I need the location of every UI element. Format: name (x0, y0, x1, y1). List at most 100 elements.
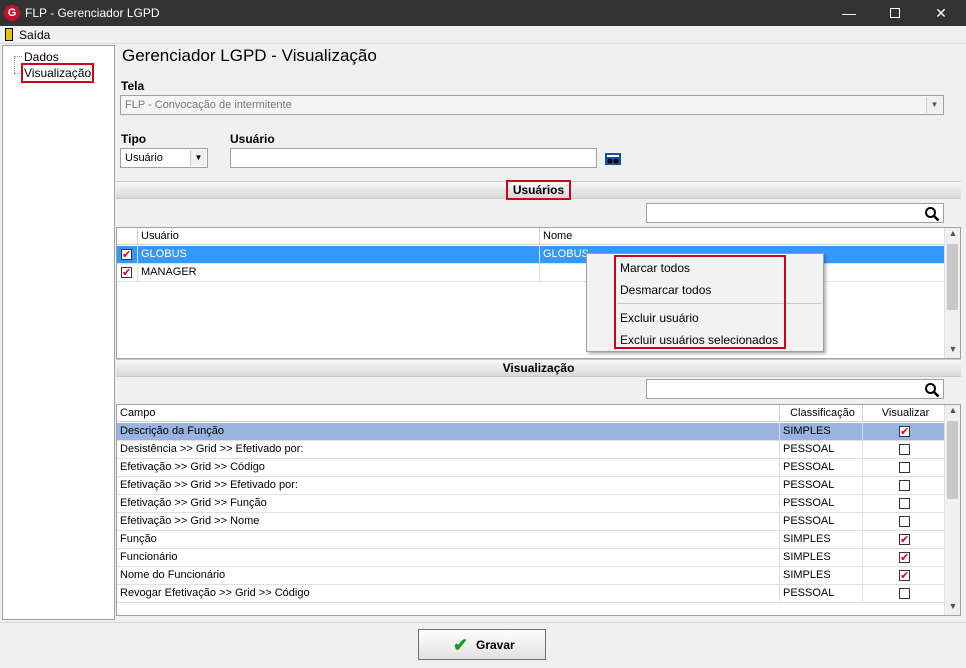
visualizar-checkbox[interactable] (899, 462, 910, 473)
cell-classificacao: PESSOAL (780, 459, 863, 477)
tree-item-dados[interactable]: Dados (24, 50, 59, 64)
column-usuario[interactable]: Usuário (138, 228, 540, 245)
visualizar-checkbox[interactable] (899, 532, 910, 549)
table-row[interactable]: Desistência >> Grid >> Efetivado por: PES… (117, 441, 946, 459)
visualizar-checkbox[interactable] (899, 424, 910, 441)
cell-classificacao: SIMPLES (780, 531, 863, 549)
cell-classificacao: PESSOAL (780, 495, 863, 513)
column-visualizar[interactable]: Visualizar (863, 405, 946, 422)
users-section-header: Usuários (116, 180, 961, 200)
cell-campo: Função (117, 531, 780, 549)
scroll-down-icon[interactable]: ▼ (945, 344, 960, 358)
users-search-input[interactable] (646, 203, 944, 223)
view-search-input[interactable] (646, 379, 944, 399)
tela-label: Tela (121, 79, 145, 93)
scroll-up-icon[interactable]: ▲ (945, 228, 960, 242)
visualizar-checkbox[interactable] (899, 498, 910, 509)
view-grid-header: Campo Classificação Visualizar (117, 405, 946, 422)
cell-campo: Efetivação >> Grid >> Função (117, 495, 780, 513)
search-icon[interactable] (924, 382, 940, 398)
row-checkbox[interactable] (121, 247, 132, 264)
users-scrollbar[interactable]: ▲ ▼ (944, 228, 960, 358)
tela-combo[interactable]: FLP - Convocação de intermitente ▼ (120, 95, 944, 115)
chevron-down-icon[interactable]: ▼ (926, 97, 942, 113)
table-row[interactable]: Efetivação >> Grid >> Nome PESSOAL (117, 513, 946, 531)
tree-item-visualizacao[interactable]: Visualização (20, 63, 95, 83)
users-grid: Usuário Nome GLOBUS GLOBUS MANAGER ▲ ▼ (116, 227, 961, 359)
cell-campo: Descrição da Função (117, 423, 780, 441)
menu-bar: Saída (0, 26, 966, 44)
cell-usuario: GLOBUS (138, 246, 540, 264)
cell-campo: Efetivação >> Grid >> Efetivado por: (117, 477, 780, 495)
table-row[interactable]: Funcionário SIMPLES (117, 549, 946, 567)
view-section-title: Visualização (502, 361, 575, 375)
cell-campo: Efetivação >> Grid >> Nome (117, 513, 780, 531)
visualizar-checkbox[interactable] (899, 568, 910, 585)
page-title: Gerenciador LGPD - Visualização (122, 46, 377, 65)
visualizar-checkbox[interactable] (899, 480, 910, 491)
users-section-title: Usuários (505, 180, 572, 200)
cell-campo: Desistência >> Grid >> Efetivado por: (117, 441, 780, 459)
visualizar-checkbox[interactable] (899, 444, 910, 455)
scroll-up-icon[interactable]: ▲ (945, 405, 960, 419)
column-campo[interactable]: Campo (117, 405, 780, 422)
cell-visualizar (863, 477, 946, 495)
usuario-label: Usuário (230, 132, 275, 146)
save-button[interactable]: ✔ Gravar (418, 629, 546, 660)
cell-campo: Nome do Funcionário (117, 567, 780, 585)
column-nome[interactable]: Nome (540, 228, 946, 245)
column-classificacao[interactable]: Classificação (780, 405, 863, 422)
table-row[interactable]: Efetivação >> Grid >> Código PESSOAL (117, 459, 946, 477)
cell-campo: Funcionário (117, 549, 780, 567)
cell-campo: Efetivação >> Grid >> Código (117, 459, 780, 477)
table-row[interactable]: Efetivação >> Grid >> Função PESSOAL (117, 495, 946, 513)
cell-classificacao: PESSOAL (780, 513, 863, 531)
cell-visualizar (863, 549, 946, 567)
table-row[interactable]: Nome do Funcionário SIMPLES (117, 567, 946, 585)
cell-visualizar (863, 585, 946, 603)
cell-classificacao: SIMPLES (780, 567, 863, 585)
menu-exit[interactable]: Saída (19, 28, 50, 42)
checkmark-icon: ✔ (453, 635, 469, 655)
cell-classificacao: SIMPLES (780, 423, 863, 441)
cell-classificacao: PESSOAL (780, 477, 863, 495)
table-row[interactable]: Função SIMPLES (117, 531, 946, 549)
view-section-header: Visualização (116, 359, 961, 377)
table-row[interactable]: Efetivação >> Grid >> Efetivado por: PESS… (117, 477, 946, 495)
tela-value: FLP - Convocação de intermitente (125, 99, 292, 111)
table-row[interactable]: Revogar Efetivação >> Grid >> Código PESS… (117, 585, 946, 603)
tipo-label: Tipo (121, 132, 147, 146)
close-button[interactable]: ✕ (918, 0, 964, 26)
binoculars-search-icon[interactable] (604, 152, 622, 166)
cell-classificacao: SIMPLES (780, 549, 863, 567)
users-grid-header: Usuário Nome (117, 228, 946, 245)
maximize-button[interactable] (872, 0, 918, 26)
cell-classificacao: PESSOAL (780, 441, 863, 459)
search-icon[interactable] (924, 206, 940, 222)
title-bar: G FLP - Gerenciador LGPD — ✕ (0, 0, 966, 26)
cell-visualizar (863, 513, 946, 531)
visualizar-checkbox[interactable] (899, 550, 910, 567)
tipo-value: Usuário (125, 152, 163, 164)
app-icon: G (4, 5, 20, 21)
usuario-input[interactable] (230, 148, 597, 168)
window-title: FLP - Gerenciador LGPD (25, 6, 160, 20)
cell-classificacao: PESSOAL (780, 585, 863, 603)
scroll-down-icon[interactable]: ▼ (945, 601, 960, 615)
table-row[interactable]: Descrição da Função SIMPLES (117, 423, 946, 441)
maximize-icon (890, 8, 900, 18)
save-button-label: Gravar (476, 638, 515, 652)
chevron-down-icon[interactable]: ▼ (190, 150, 206, 166)
cell-visualizar (863, 459, 946, 477)
cell-visualizar (863, 441, 946, 459)
row-checkbox[interactable] (121, 265, 132, 282)
cell-usuario: MANAGER (138, 264, 540, 282)
visualizar-checkbox[interactable] (899, 516, 910, 527)
view-grid: Campo Classificação Visualizar Descrição… (116, 404, 961, 616)
view-scrollbar[interactable]: ▲ ▼ (944, 405, 960, 615)
minimize-button[interactable]: — (826, 0, 872, 26)
visualizar-checkbox[interactable] (899, 588, 910, 599)
tipo-combo[interactable]: Usuário ▼ (120, 148, 208, 168)
cell-visualizar (863, 531, 946, 549)
exit-door-icon (5, 28, 13, 41)
